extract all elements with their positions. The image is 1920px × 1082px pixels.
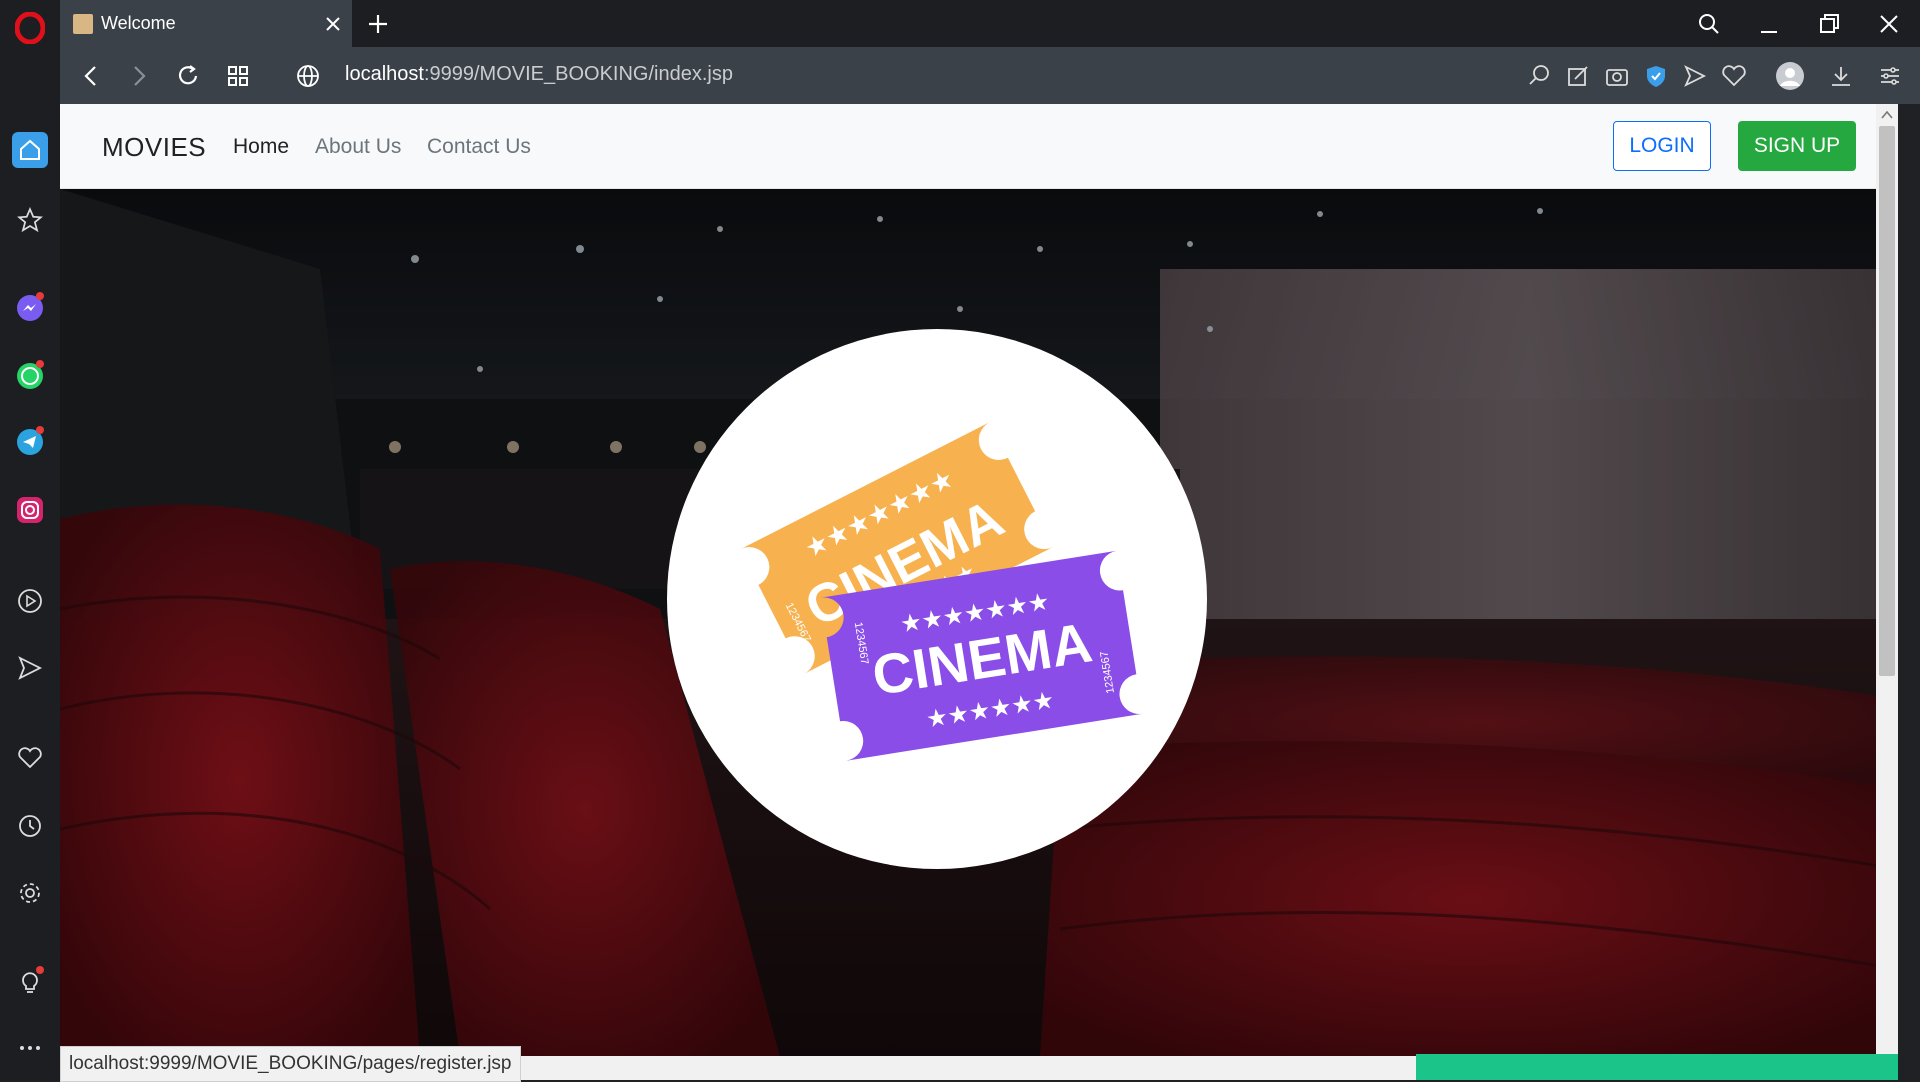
restore-icon[interactable]: [1817, 12, 1841, 36]
lightbulb-icon[interactable]: [12, 964, 48, 1000]
new-tab-icon[interactable]: [365, 11, 391, 37]
back-icon[interactable]: [78, 63, 104, 89]
scroll-up-icon[interactable]: [1881, 110, 1893, 120]
forward-icon[interactable]: [126, 63, 152, 89]
profile-avatar-icon[interactable]: [1775, 61, 1805, 91]
send-icon[interactable]: [1682, 63, 1708, 89]
page-scrollbar[interactable]: [1876, 104, 1898, 1056]
tab-welcome[interactable]: Welcome: [60, 0, 352, 47]
scroll-thumb[interactable]: [1879, 126, 1895, 676]
star-icon[interactable]: [12, 202, 48, 238]
nav-link-contact[interactable]: Contact Us: [427, 135, 531, 159]
easy-setup-icon[interactable]: [1877, 63, 1903, 89]
more-icon[interactable]: [12, 1030, 48, 1066]
login-button[interactable]: LOGIN: [1613, 121, 1711, 171]
heart-icon[interactable]: [1721, 63, 1747, 89]
url-path: :9999/MOVIE_BOOKING/index.jsp: [423, 63, 733, 85]
search-icon[interactable]: [1697, 12, 1721, 36]
reload-icon[interactable]: [175, 63, 201, 89]
url-host: localhost: [345, 63, 424, 85]
site-brand[interactable]: MOVIES: [102, 132, 206, 163]
search-page-icon[interactable]: [1526, 63, 1552, 89]
url-field[interactable]: localhost:9999/MOVIE_BOOKING/index.jsp: [345, 63, 733, 86]
address-bar: localhost:9999/MOVIE_BOOKING/index.jsp: [60, 47, 1920, 104]
edit-icon[interactable]: [1565, 63, 1591, 89]
messenger-icon[interactable]: [12, 290, 48, 326]
minimize-icon[interactable]: [1757, 12, 1781, 36]
whatsapp-icon[interactable]: [12, 358, 48, 394]
settings-icon[interactable]: [12, 875, 48, 911]
telegram-icon[interactable]: [12, 424, 48, 460]
tab-title: Welcome: [101, 13, 176, 33]
nav-link-home[interactable]: Home: [233, 135, 289, 159]
page-load-progress: [1416, 1054, 1898, 1080]
opera-logo-icon[interactable]: [12, 10, 48, 46]
cinema-logo-circle: CINEMA ★★★★★★★ ★★★★★★ 1234567 CINEMA ★★★…: [667, 329, 1207, 869]
close-icon[interactable]: [324, 15, 342, 33]
browser-sidebar: [0, 0, 60, 1080]
hero-background: CINEMA ★★★★★★★ ★★★★★★ 1234567 CINEMA ★★★…: [60, 189, 1898, 1056]
page-favicon-icon: [73, 13, 93, 34]
camera-icon[interactable]: [1604, 63, 1630, 89]
instagram-icon[interactable]: [12, 492, 48, 528]
heart-icon[interactable]: [12, 740, 48, 776]
tab-bar: Welcome: [60, 0, 1920, 47]
cinema-tickets-icon: CINEMA ★★★★★★★ ★★★★★★ 1234567 CINEMA ★★★…: [740, 422, 1143, 761]
hover-link-status: localhost:9999/MOVIE_BOOKING/pages/regis…: [60, 1046, 521, 1082]
globe-icon[interactable]: [295, 63, 321, 89]
site-navbar: MOVIES Home About Us Contact Us LOGIN SI…: [60, 104, 1898, 189]
home-icon[interactable]: [12, 132, 48, 168]
download-icon[interactable]: [1828, 63, 1854, 89]
send-icon[interactable]: [12, 650, 48, 686]
shield-icon[interactable]: [1643, 63, 1669, 89]
page-viewport: MOVIES Home About Us Contact Us LOGIN SI…: [60, 104, 1898, 1056]
tabs-grid-icon[interactable]: [225, 63, 251, 89]
close-window-icon[interactable]: [1877, 12, 1901, 36]
nav-link-about[interactable]: About Us: [315, 135, 401, 159]
player-icon[interactable]: [12, 583, 48, 619]
history-icon[interactable]: [12, 808, 48, 844]
signup-button[interactable]: SIGN UP: [1738, 121, 1856, 171]
